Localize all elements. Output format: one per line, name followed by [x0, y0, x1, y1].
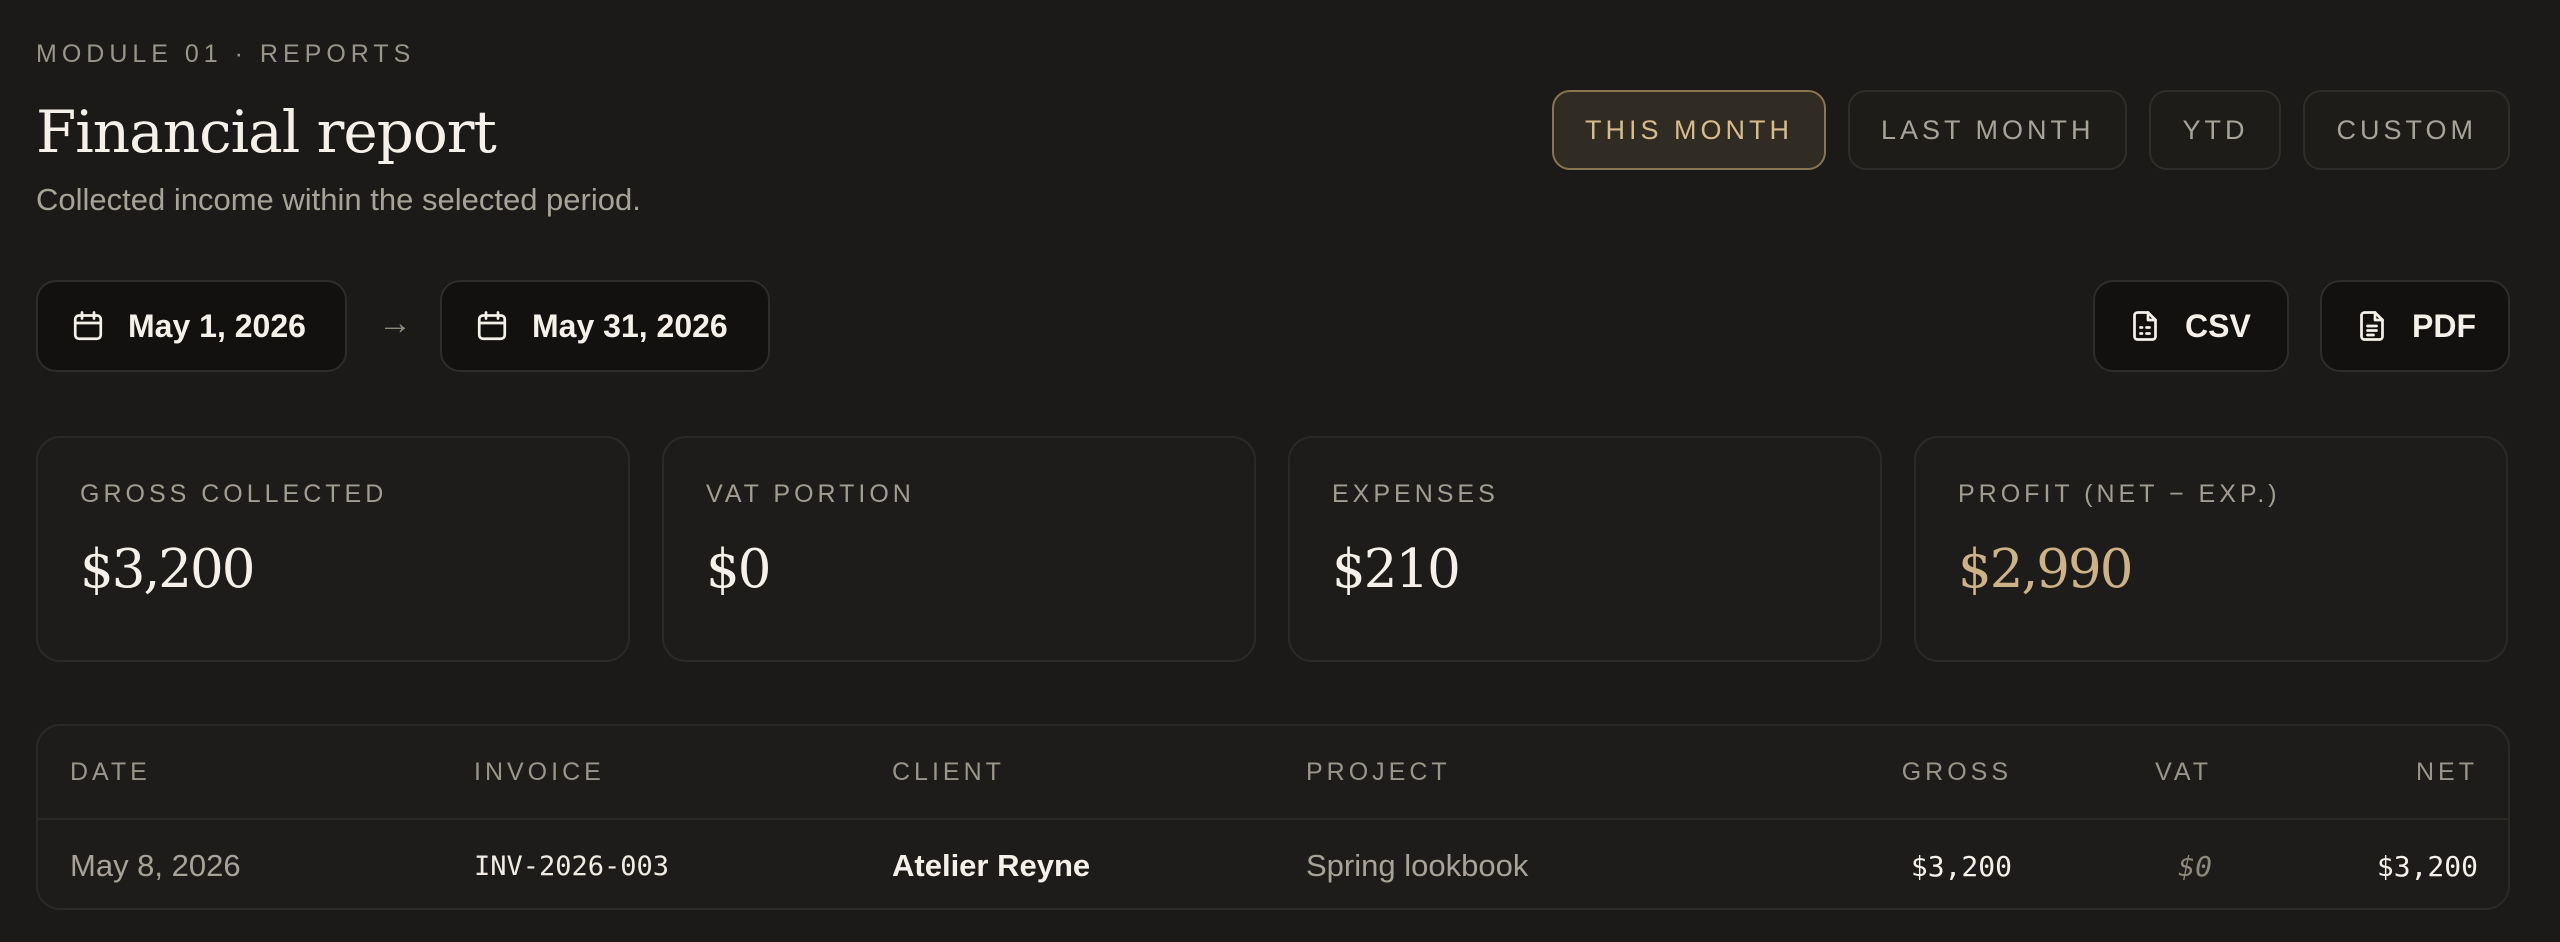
date-to-picker[interactable]: May 31, 2026	[440, 280, 770, 372]
page-subtitle: Collected income within the selected per…	[36, 182, 641, 217]
export-csv-label: CSV	[2185, 307, 2251, 344]
card-value: $0	[706, 539, 771, 600]
card-label: PROFIT (NET − EXP.)	[1958, 480, 2281, 508]
cell-invoice[interactable]: INV-2026-003	[474, 820, 669, 908]
expenses-card: EXPENSES $210	[1288, 436, 1882, 662]
date-to-label: May 31, 2026	[532, 307, 728, 344]
export-pdf-button[interactable]: PDF	[2320, 280, 2510, 372]
page-title: Financial report	[36, 98, 497, 166]
column-header-net[interactable]: NET	[2416, 726, 2478, 818]
cell-client: Atelier Reyne	[892, 848, 1091, 883]
pdf-file-icon	[2354, 308, 2390, 344]
column-header-date[interactable]: DATE	[70, 726, 151, 818]
column-header-gross[interactable]: GROSS	[1902, 726, 2012, 818]
period-selector: THIS MONTH LAST MONTH YTD CUSTOM	[1551, 90, 2510, 170]
period-custom-button[interactable]: CUSTOM	[2303, 90, 2510, 170]
export-pdf-label: PDF	[2412, 307, 2476, 344]
income-table: DATE INVOICE CLIENT PROJECT GROSS VAT NE…	[36, 724, 2510, 910]
column-header-vat[interactable]: VAT	[2155, 726, 2212, 818]
card-label: EXPENSES	[1332, 480, 1499, 508]
period-this-month-button[interactable]: THIS MONTH	[1551, 90, 1826, 170]
date-from-label: May 1, 2026	[128, 307, 306, 344]
card-label: GROSS COLLECTED	[80, 480, 388, 508]
calendar-icon	[70, 308, 106, 344]
column-header-client[interactable]: CLIENT	[892, 726, 1005, 818]
cell-net: $3,200	[2376, 849, 2478, 883]
financial-report-page: MODULE 01 · REPORTS Financial report Col…	[0, 0, 2560, 942]
vat-portion-card: VAT PORTION $0	[662, 436, 1256, 662]
summary-cards: GROSS COLLECTED $3,200 VAT PORTION $0 EX…	[36, 436, 2508, 662]
table-header-row: DATE INVOICE CLIENT PROJECT GROSS VAT NE…	[38, 726, 2508, 820]
cell-project: Spring lookbook	[1306, 848, 1529, 883]
card-value: $3,200	[80, 539, 255, 600]
profit-card: PROFIT (NET − EXP.) $2,990	[1914, 436, 2508, 662]
period-last-month-button[interactable]: LAST MONTH	[1847, 90, 2128, 170]
calendar-icon	[474, 308, 510, 344]
card-value: $2,990	[1958, 539, 2133, 600]
cell-gross: $3,200	[1910, 849, 2012, 883]
csv-file-icon	[2127, 308, 2163, 344]
card-label: VAT PORTION	[706, 480, 915, 508]
card-value: $210	[1332, 539, 1461, 600]
export-csv-button[interactable]: CSV	[2093, 280, 2289, 372]
gross-collected-card: GROSS COLLECTED $3,200	[36, 436, 630, 662]
date-from-picker[interactable]: May 1, 2026	[36, 280, 347, 372]
cell-date: May 8, 2026	[70, 848, 241, 883]
period-ytd-button[interactable]: YTD	[2149, 90, 2282, 170]
column-header-project[interactable]: PROJECT	[1306, 726, 1451, 818]
arrow-right-icon: →	[378, 304, 412, 342]
column-header-invoice[interactable]: INVOICE	[474, 726, 605, 818]
table-row[interactable]: May 8, 2026 INV-2026-003 Atelier Reyne S…	[38, 820, 2508, 908]
module-eyebrow: MODULE 01 · REPORTS	[36, 40, 416, 68]
cell-vat: $0	[2178, 849, 2212, 883]
